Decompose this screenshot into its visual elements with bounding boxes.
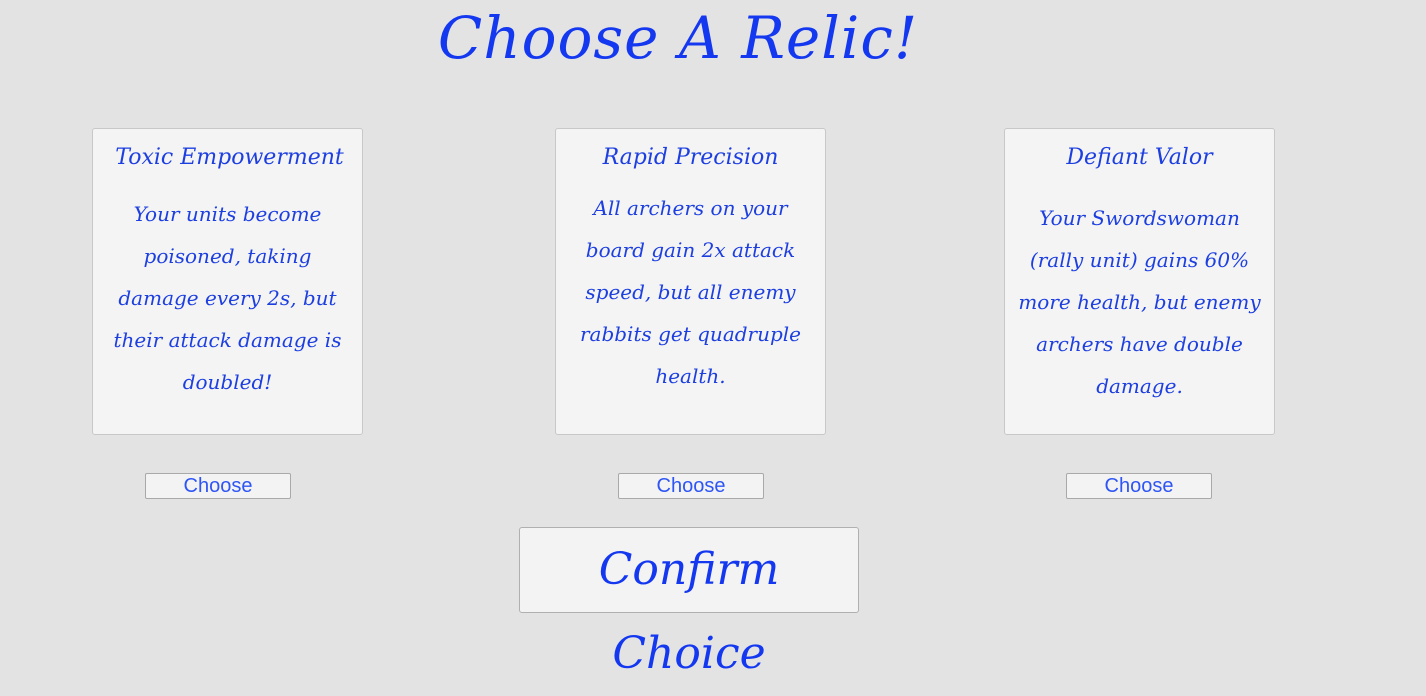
choose-rapid-precision-button[interactable]: Choose bbox=[618, 473, 764, 499]
choose-defiant-valor-button[interactable]: Choose bbox=[1066, 473, 1212, 499]
relic-description-line: All archers on your bbox=[593, 196, 788, 220]
relic-description: Your Swordswoman (rally unit) gains 60% … bbox=[1011, 197, 1268, 407]
relic-description-line: (rally unit) gains 60% bbox=[1029, 248, 1250, 272]
relic-description: Your units become poisoned, taking damag… bbox=[99, 193, 356, 403]
relic-description-line: damage. bbox=[1096, 374, 1183, 398]
relic-card-defiant-valor: Defiant Valor Your Swordswoman (rally un… bbox=[1004, 128, 1275, 435]
relic-name: Defiant Valor bbox=[1066, 145, 1213, 170]
relic-name: Toxic Empowerment bbox=[115, 145, 344, 170]
relic-description-line: Your units become bbox=[133, 202, 322, 226]
relic-name: Rapid Precision bbox=[602, 145, 779, 170]
relic-description-line: doubled! bbox=[182, 370, 273, 394]
relic-description-line: poisoned, taking bbox=[143, 244, 312, 268]
confirm-choice-button[interactable]: Confirm Choice bbox=[519, 527, 859, 679]
choose-toxic-empowerment-button[interactable]: Choose bbox=[145, 473, 291, 499]
relic-description-line: archers have double bbox=[1036, 332, 1243, 356]
relic-description: All archers on your board gain 2x attack… bbox=[562, 187, 819, 397]
relic-description-line: their attack damage is bbox=[113, 328, 342, 352]
relic-description-line: board gain 2x attack bbox=[585, 238, 796, 262]
page-title: Choose A Relic! bbox=[437, 4, 919, 72]
relic-description-line: Your Swordswoman bbox=[1039, 206, 1240, 230]
relic-description-line: more health, but enemy bbox=[1018, 290, 1261, 314]
relic-description-line: health. bbox=[655, 364, 726, 388]
relic-description-line: damage every 2s, but bbox=[118, 286, 337, 310]
relic-description-line: rabbits get quadruple bbox=[579, 322, 802, 346]
relic-card-rapid-precision: Rapid Precision All archers on your boar… bbox=[555, 128, 826, 435]
relic-description-line: speed, but all enemy bbox=[585, 280, 796, 304]
relic-card-toxic-empowerment: Toxic Empowerment Your units become pois… bbox=[92, 128, 363, 435]
